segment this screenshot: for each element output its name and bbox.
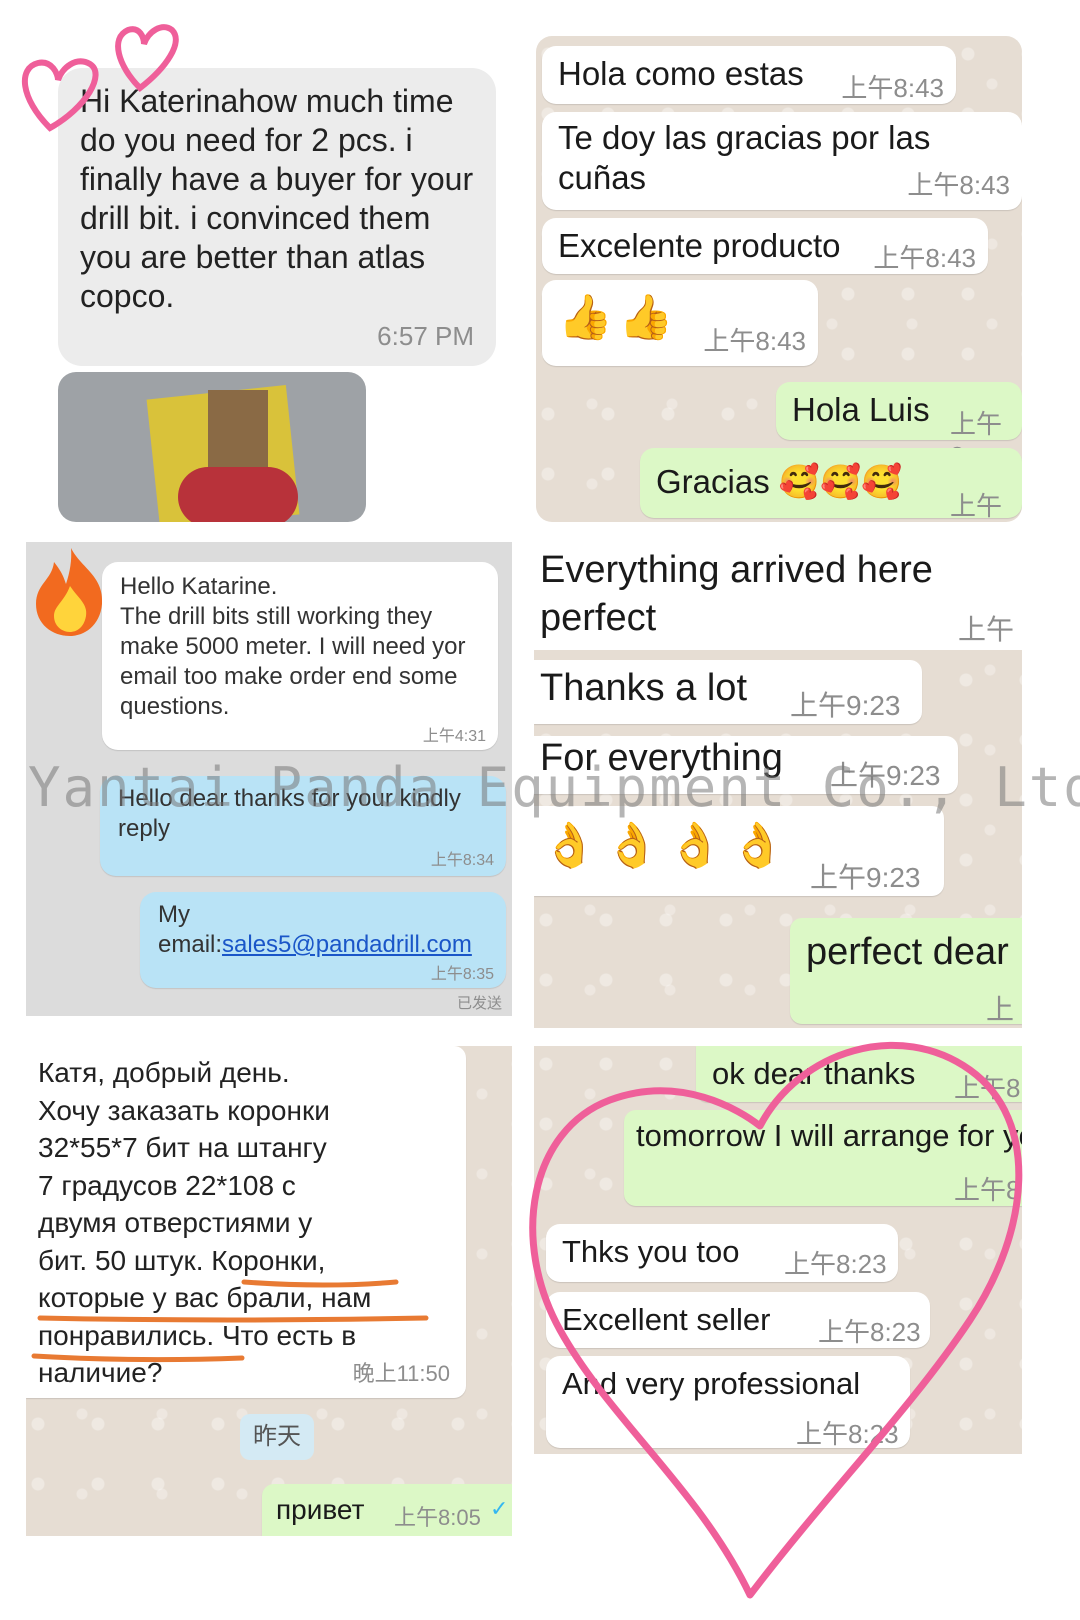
message-line: My xyxy=(158,901,190,928)
message-time: 上午8:43 xyxy=(907,170,1010,200)
message-text: Gracias 🥰🥰🥰 xyxy=(656,463,903,500)
message-time: 上午8: xyxy=(950,491,1003,521)
message-text: Hola como estas xyxy=(558,55,804,92)
message-bubble[interactable]: perfect dear 上午 xyxy=(790,918,1022,1025)
message-bubble[interactable]: Everything arrived here perfect 上午 xyxy=(534,542,1022,650)
message-line: 32*55*7 бит на штангу xyxy=(38,1132,327,1163)
message-time: 上午8:34 xyxy=(430,852,494,869)
message-time: 上午8:43 xyxy=(703,326,806,356)
message-bubble[interactable]: привет 上午8:05 ✓ xyxy=(262,1484,512,1536)
message-time: 上午8:35 xyxy=(430,966,494,983)
message-time: 上午9:23 xyxy=(810,862,921,893)
photo-red-item xyxy=(178,467,298,522)
chat-panel-whatsapp-spanish: Hola como estas 上午8:43 Te doy las gracia… xyxy=(536,36,1022,522)
heart-outline-icon xyxy=(529,1041,1023,1599)
message-bubble[interactable]: Excelente producto 上午8:43 xyxy=(542,218,988,274)
chat-panel-sms: Hi Katerinahow much time do you need for… xyxy=(0,0,520,530)
message-time: 上午9:23 xyxy=(790,690,901,721)
photo-attachment[interactable] xyxy=(58,372,366,522)
email-label: email: xyxy=(158,931,223,958)
thumbs-up-emoji: 👍👍 xyxy=(558,293,680,342)
message-lines: Hello Katarine. The drill bits still wor… xyxy=(120,572,466,722)
message-text: Everything arrived here perfect xyxy=(540,549,933,639)
message-line: The drill bits still working they xyxy=(120,603,433,630)
message-bubble[interactable]: 👍👍 上午8:43 xyxy=(542,280,818,366)
date-chip-label: 昨天 xyxy=(253,1423,301,1450)
message-line: questions. xyxy=(120,693,230,720)
message-line: Хочу заказать коронки xyxy=(38,1094,330,1126)
message-line: двумя отверстиями у xyxy=(38,1207,313,1238)
heart-doodle-icon xyxy=(21,24,179,132)
message-line: make 5000 meter. I will need yor xyxy=(120,633,466,660)
email-line: email:sales5@pandadrill.com xyxy=(158,930,472,960)
message-time: 上午 xyxy=(958,614,1015,645)
message-bubble[interactable]: Gracias 🥰🥰🥰 上午8: xyxy=(640,448,1022,521)
message-text: привет xyxy=(276,1494,365,1525)
email-link[interactable]: sales5@pandadrill.com xyxy=(222,931,472,958)
message-bubble[interactable]: Hola Luis 上午8: xyxy=(776,382,1022,471)
message-time: 上午4:31 xyxy=(422,728,486,745)
message-line: Катя, добрый день. xyxy=(38,1057,290,1088)
message-time: 上午8:43 xyxy=(841,73,944,103)
message-bubble[interactable]: Hello Katarine. The drill bits still wor… xyxy=(102,562,498,750)
message-lines: My email:sales5@pandadrill.com xyxy=(158,900,472,960)
fire-icon xyxy=(36,548,103,636)
message-bubble[interactable]: Thanks a lot 上午9:23 xyxy=(534,660,922,724)
message-time: 6:57 PM xyxy=(377,321,474,351)
chat-panel-whatsapp-russian: Катя, добрый день. Хочу заказать коронки… xyxy=(26,1046,512,1536)
message-text: Hola Luis xyxy=(792,391,930,428)
message-text: perfect dear xyxy=(806,931,1009,973)
underline-annotation-icon xyxy=(31,1279,429,1363)
message-line: 7 градусов 22*108 с xyxy=(38,1169,296,1201)
message-text: Excelente producto xyxy=(558,227,841,264)
message-time: 上午8:43 xyxy=(873,243,976,273)
message-bubble[interactable]: Hola como estas 上午8:43 xyxy=(542,46,956,104)
sent-status: 已发送 xyxy=(456,995,502,1012)
message-bubble[interactable]: 👌👌👌👌 上午9:23 xyxy=(534,806,944,896)
message-text: Thanks a lot xyxy=(540,667,747,709)
message-time: 上午8:05 xyxy=(394,1505,481,1530)
company-watermark: Yantai Panda Equipment Co., Ltd. xyxy=(28,756,1080,819)
message-bubble[interactable]: My email:sales5@pandadrill.com 上午8:35 xyxy=(140,892,506,988)
date-chip: 昨天 xyxy=(240,1414,314,1460)
message-line: Hello Katarine. xyxy=(120,573,278,600)
message-line: email too make order end some xyxy=(120,663,458,690)
ok-hand-emoji: 👌👌👌👌 xyxy=(542,821,794,870)
message-bubble[interactable]: Te doy las gracias por las cuñas 上午8:43 xyxy=(542,112,1022,210)
